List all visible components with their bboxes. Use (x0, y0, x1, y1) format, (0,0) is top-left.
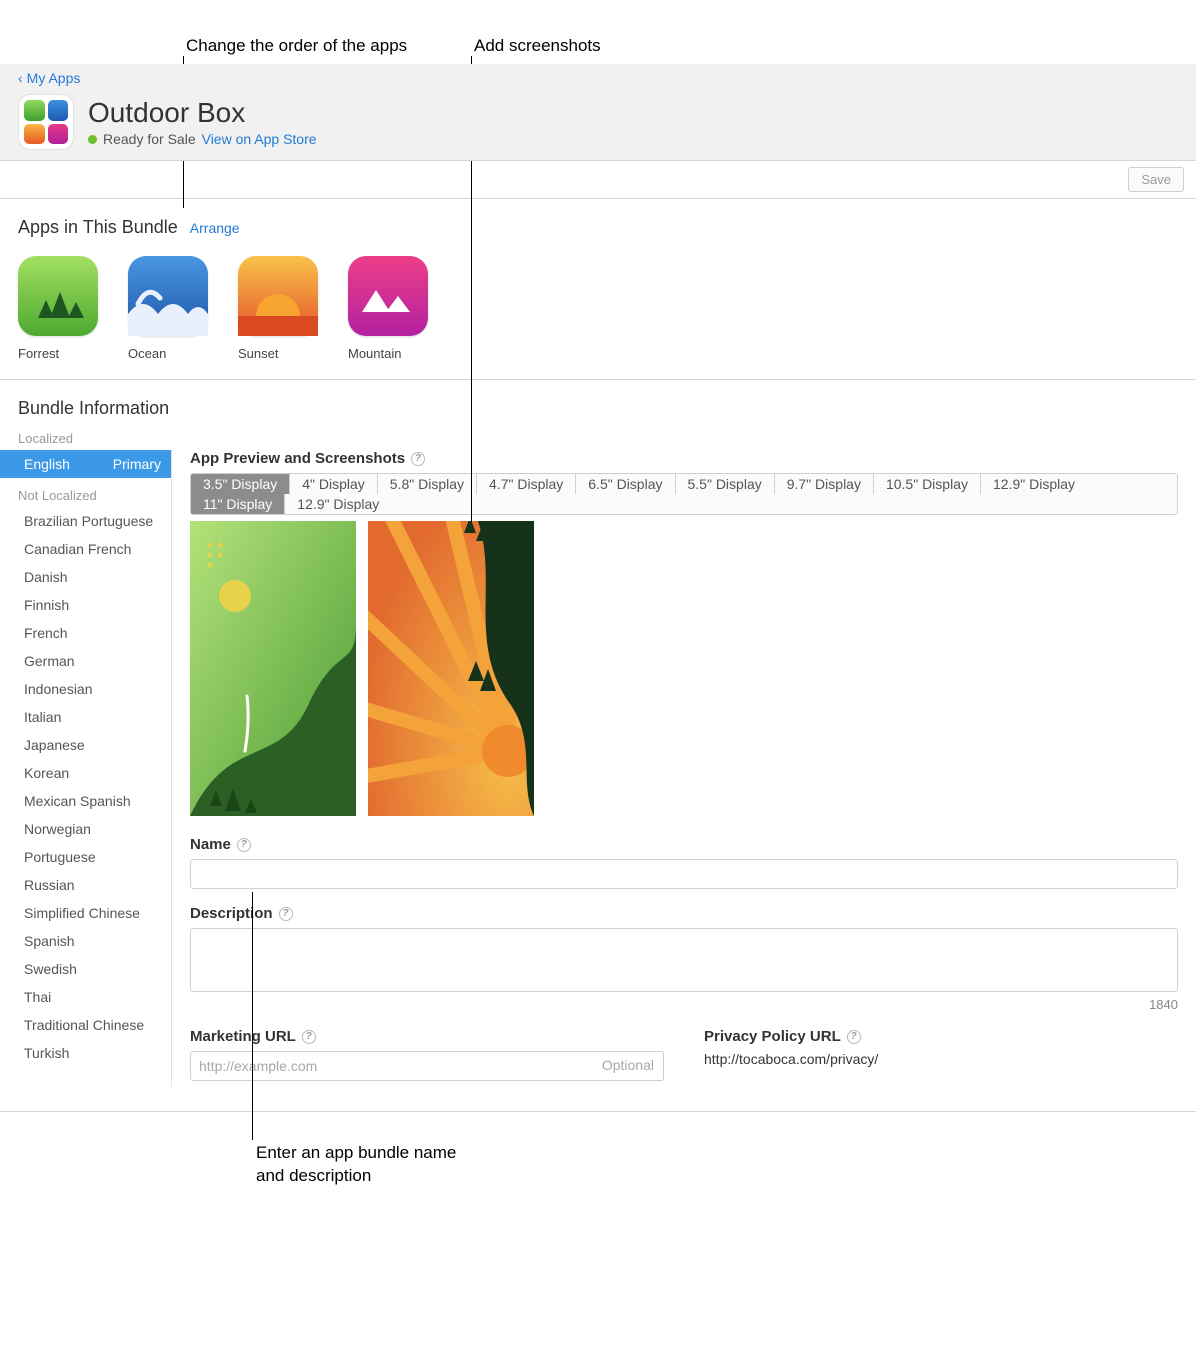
back-label: My Apps (27, 70, 81, 86)
screenshot-1[interactable] (190, 521, 356, 816)
language-item[interactable]: German (0, 647, 171, 675)
app-label: Mountain (348, 346, 428, 361)
save-button[interactable]: Save (1128, 167, 1184, 192)
name-input[interactable] (190, 859, 1178, 889)
display-size-tab[interactable]: 12.9" Display (285, 494, 391, 514)
not-localized-header: Not Localized (0, 478, 171, 507)
app-label: Forrest (18, 346, 98, 361)
display-size-tab[interactable]: 4.7" Display (477, 474, 576, 494)
language-item[interactable]: Finnish (0, 591, 171, 619)
bundle-form: App Preview and Screenshots ? 3.5" Displ… (172, 450, 1196, 1087)
mini-icon-forrest (24, 100, 45, 121)
back-my-apps-link[interactable]: ‹ My Apps (18, 64, 80, 94)
language-item[interactable]: Spanish (0, 927, 171, 955)
mini-icon-sunset (24, 124, 45, 145)
language-sidebar: English Primary Not Localized Brazilian … (0, 450, 172, 1087)
app-label: Ocean (128, 346, 208, 361)
bundle-app-mountain[interactable]: Mountain (348, 256, 428, 361)
language-item[interactable]: Thai (0, 983, 171, 1011)
bundle-header-row: Outdoor Box Ready for Sale View on App S… (18, 94, 1178, 150)
language-item[interactable]: Traditional Chinese (0, 1011, 171, 1039)
status-dot-icon (88, 135, 97, 144)
language-primary-badge: Primary (113, 456, 161, 472)
app-icon-ocean (128, 256, 208, 336)
app-icon-forrest (18, 256, 98, 336)
description-label: Description (190, 905, 273, 922)
bundle-info-body: English Primary Not Localized Brazilian … (0, 450, 1196, 1087)
language-item[interactable]: Simplified Chinese (0, 899, 171, 927)
annotation-line-bundle-name (252, 892, 253, 1140)
localized-header: Localized (0, 425, 1196, 450)
annotation-reorder: Change the order of the apps (186, 36, 407, 56)
view-on-app-store-link[interactable]: View on App Store (202, 131, 317, 147)
save-bar: Save (0, 161, 1196, 199)
language-item[interactable]: Italian (0, 703, 171, 731)
help-icon[interactable]: ? (847, 1030, 861, 1044)
display-size-tabs: 3.5" Display4" Display5.8" Display4.7" D… (190, 473, 1178, 515)
app-icon-sunset (238, 256, 318, 336)
language-item[interactable]: Japanese (0, 731, 171, 759)
language-item[interactable]: Norwegian (0, 815, 171, 843)
bundle-app-forrest[interactable]: Forrest (18, 256, 98, 361)
app-icon-mountain (348, 256, 428, 336)
display-size-tab[interactable]: 6.5" Display (576, 474, 675, 494)
language-item[interactable]: Portuguese (0, 843, 171, 871)
annotation-enter-name: Enter an app bundle name and description (256, 1142, 1196, 1188)
language-item[interactable]: Canadian French (0, 535, 171, 563)
privacy-url-label: Privacy Policy URL (704, 1028, 841, 1045)
bundle-info-title: Bundle Information (0, 380, 1196, 425)
language-label: English (24, 456, 70, 472)
description-textarea[interactable] (190, 928, 1178, 992)
apps-section-title: Apps in This Bundle (18, 217, 178, 238)
display-size-tab[interactable]: 3.5" Display (191, 474, 290, 494)
display-size-tab[interactable]: 10.5" Display (874, 474, 981, 494)
display-size-tab[interactable]: 12.9" Display (981, 474, 1087, 494)
name-label: Name (190, 836, 231, 853)
privacy-url-value: http://tocaboca.com/privacy/ (704, 1051, 1178, 1067)
help-icon[interactable]: ? (237, 838, 251, 852)
header-band: ‹ My Apps Outdoor Box Ready for Sale Vie… (0, 64, 1196, 161)
bundle-composite-icon (18, 94, 74, 150)
page-title: Outdoor Box (88, 97, 317, 129)
app-label: Sunset (238, 346, 318, 361)
marketing-url-input[interactable] (190, 1051, 664, 1081)
language-item[interactable]: Brazilian Portuguese (0, 507, 171, 535)
annotation-addshots: Add screenshots (474, 36, 601, 56)
help-icon[interactable]: ? (279, 907, 293, 921)
marketing-url-label: Marketing URL (190, 1028, 296, 1045)
language-item[interactable]: Danish (0, 563, 171, 591)
help-icon[interactable]: ? (411, 452, 425, 466)
mini-icon-mountain (48, 124, 69, 145)
language-item[interactable]: Turkish (0, 1039, 171, 1067)
help-icon[interactable]: ? (302, 1030, 316, 1044)
apps-in-bundle-section: Apps in This Bundle Arrange Forrest Ocea… (0, 199, 1196, 379)
language-item[interactable]: Indonesian (0, 675, 171, 703)
status-text: Ready for Sale (103, 131, 196, 147)
screenshot-2[interactable] (368, 521, 534, 816)
display-size-tab[interactable]: 11" Display (191, 494, 285, 514)
bundle-app-ocean[interactable]: Ocean (128, 256, 208, 361)
preview-label: App Preview and Screenshots (190, 450, 405, 467)
language-list: Brazilian PortugueseCanadian FrenchDanis… (0, 507, 171, 1067)
mini-icon-ocean (48, 100, 69, 121)
language-item[interactable]: Russian (0, 871, 171, 899)
display-size-tab[interactable]: 5.8" Display (378, 474, 477, 494)
language-item[interactable]: Korean (0, 759, 171, 787)
screenshots-row[interactable] (190, 521, 1178, 816)
divider (0, 1111, 1196, 1112)
display-size-tab[interactable]: 4" Display (290, 474, 378, 494)
description-char-counter: 1840 (190, 997, 1178, 1012)
language-item[interactable]: Mexican Spanish (0, 787, 171, 815)
chevron-left-icon: ‹ (18, 70, 23, 86)
language-item[interactable]: French (0, 619, 171, 647)
language-item[interactable]: Swedish (0, 955, 171, 983)
optional-label: Optional (602, 1057, 654, 1073)
display-size-tab[interactable]: 9.7" Display (775, 474, 874, 494)
language-item-english[interactable]: English Primary (0, 450, 171, 478)
display-size-tab[interactable]: 5.5" Display (676, 474, 775, 494)
arrange-link[interactable]: Arrange (190, 220, 240, 236)
bundle-app-sunset[interactable]: Sunset (238, 256, 318, 361)
